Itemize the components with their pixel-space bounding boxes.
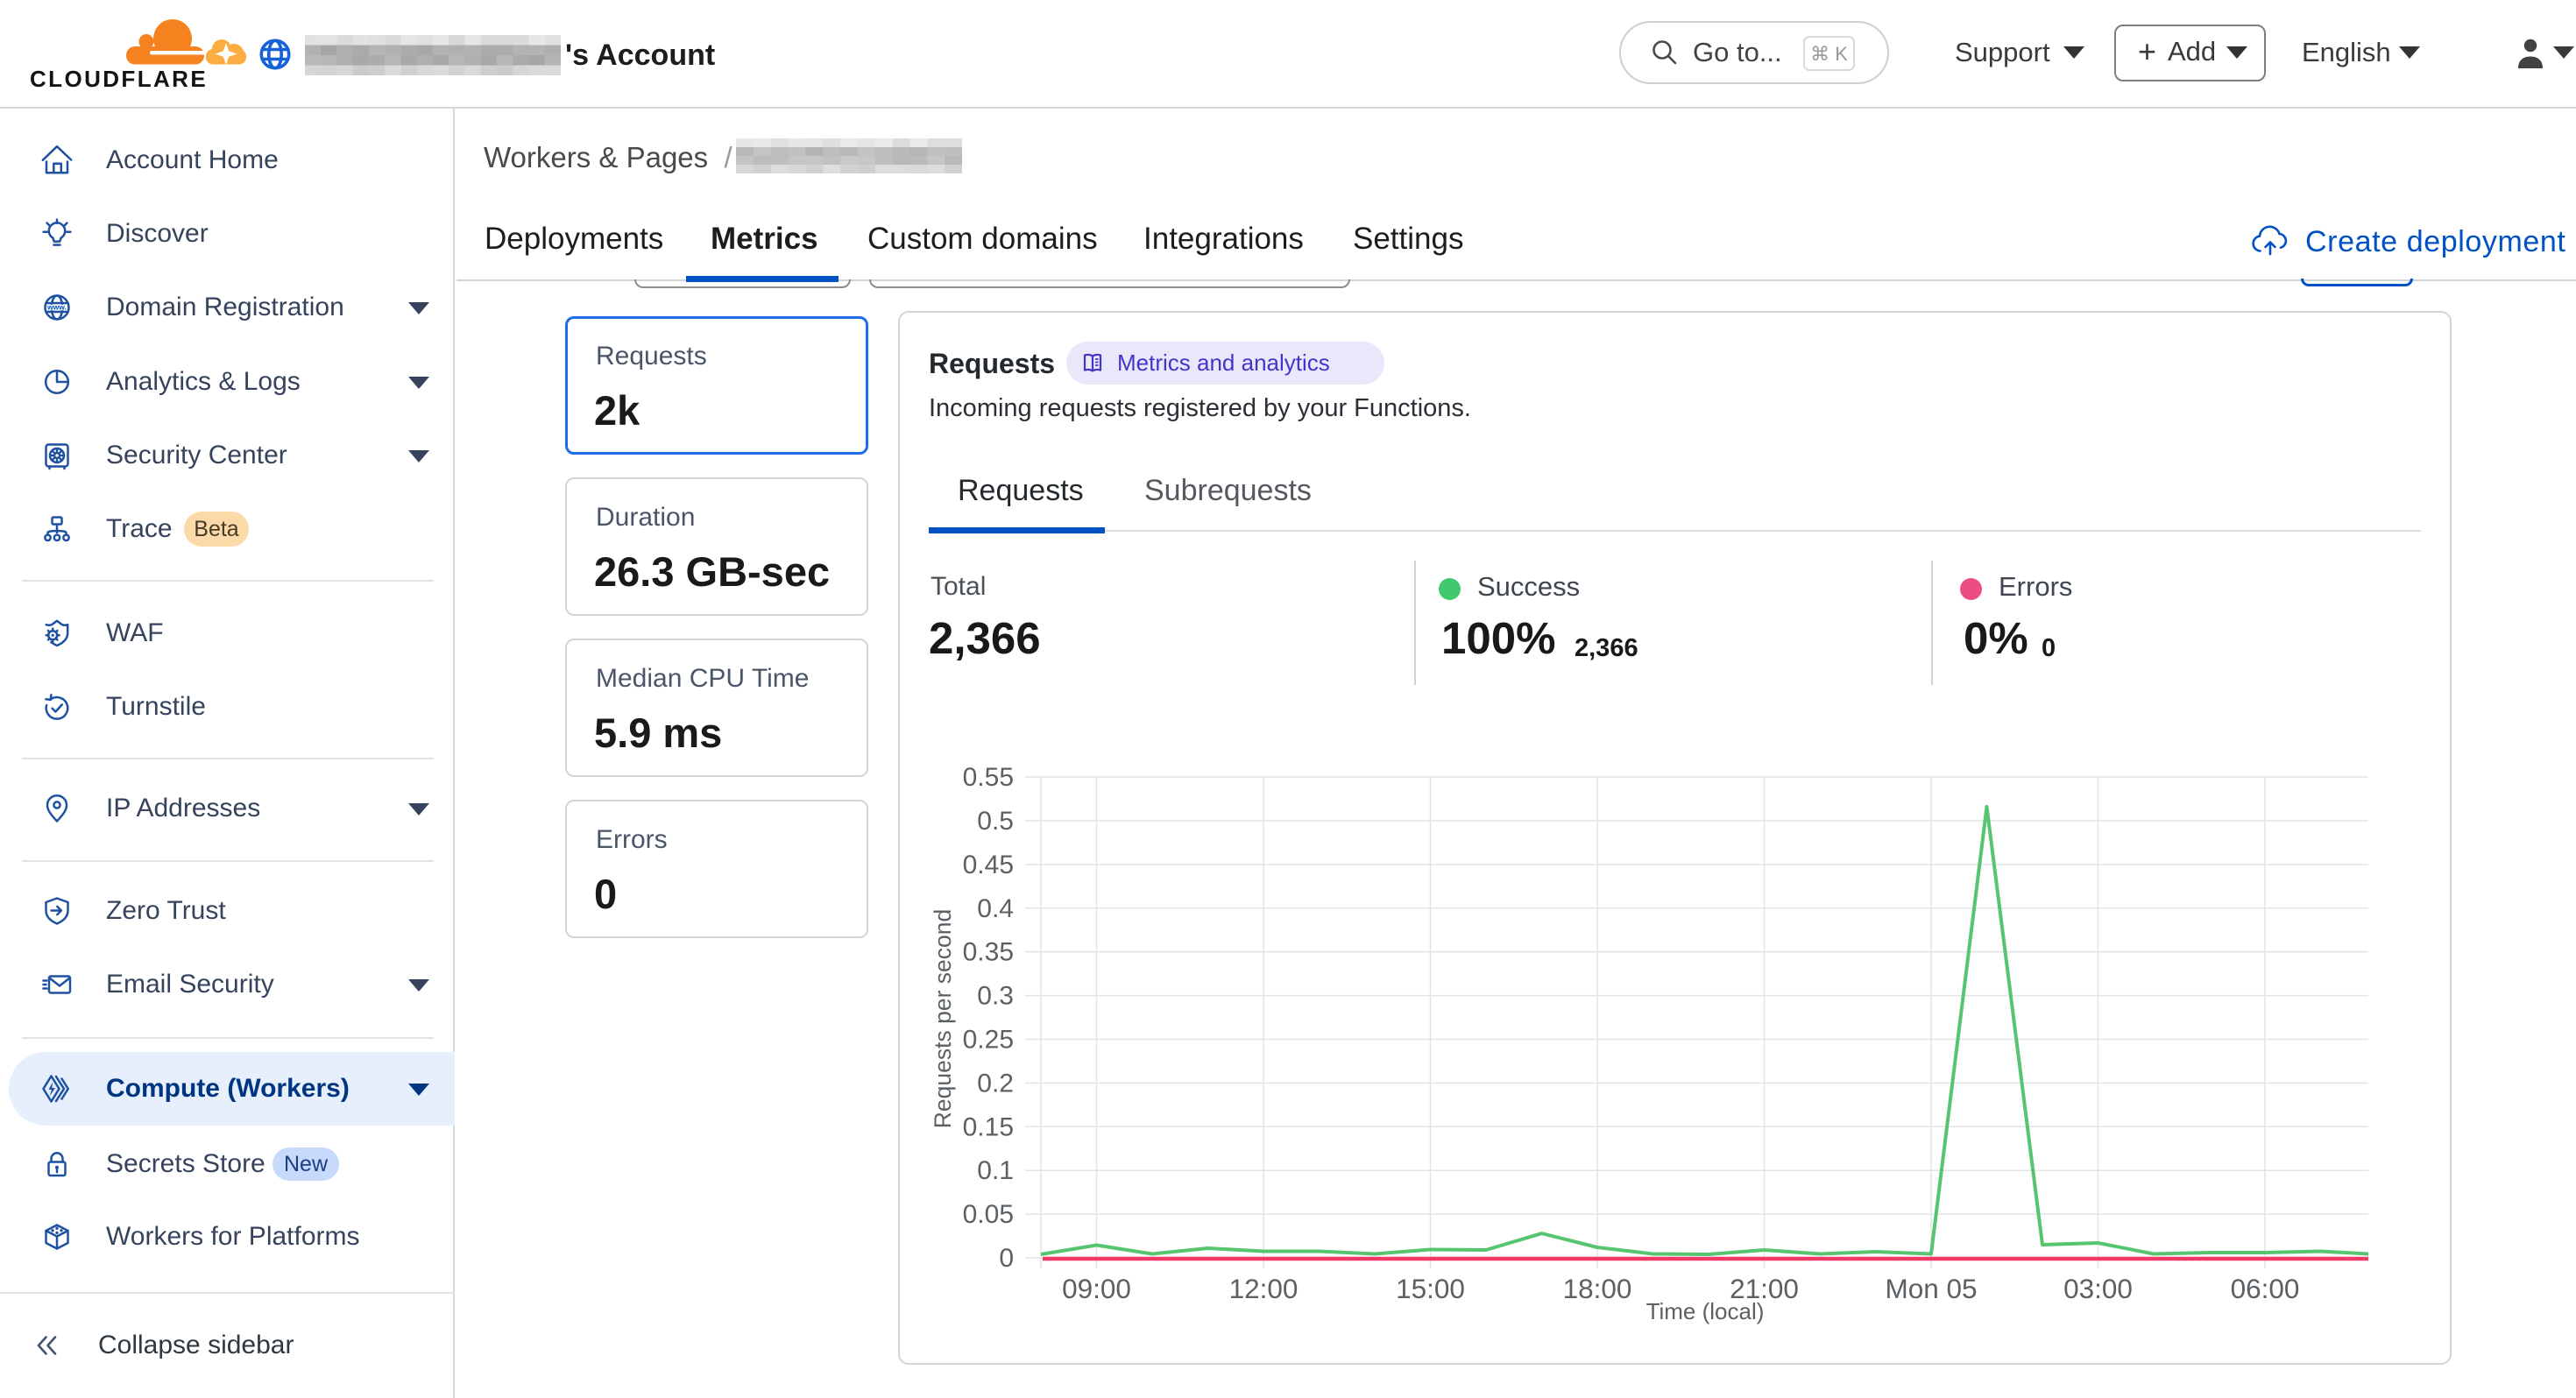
svg-text:0.45: 0.45: [963, 851, 1014, 879]
svg-text:18:00: 18:00: [1563, 1273, 1632, 1304]
svg-text:www.: www.: [46, 303, 67, 312]
svg-text:06:00: 06:00: [2231, 1273, 2300, 1304]
svg-text:Time (local): Time (local): [1646, 1298, 1765, 1324]
svg-text:Mon 05: Mon 05: [1885, 1273, 1977, 1304]
svg-text:CLOUDFLARE: CLOUDFLARE: [30, 66, 208, 89]
svg-text:0.35: 0.35: [963, 938, 1014, 967]
svg-text:0.4: 0.4: [977, 894, 1014, 923]
svg-text:0.5: 0.5: [977, 807, 1014, 836]
svg-text:0.3: 0.3: [977, 982, 1014, 1011]
svg-text:12:00: 12:00: [1229, 1273, 1299, 1304]
svg-text:0.05: 0.05: [963, 1200, 1014, 1229]
svg-text:0.1: 0.1: [977, 1156, 1014, 1185]
svg-text:03:00: 03:00: [2063, 1273, 2133, 1304]
svg-text:0.15: 0.15: [963, 1112, 1014, 1141]
svg-text:09:00: 09:00: [1062, 1273, 1131, 1304]
svg-text:0.2: 0.2: [977, 1069, 1014, 1098]
svg-text:0: 0: [999, 1244, 1014, 1273]
svg-text:0.55: 0.55: [963, 763, 1014, 792]
svg-text:0.25: 0.25: [963, 1026, 1014, 1055]
svg-text:Requests per second: Requests per second: [930, 909, 956, 1128]
svg-text:15:00: 15:00: [1396, 1273, 1465, 1304]
